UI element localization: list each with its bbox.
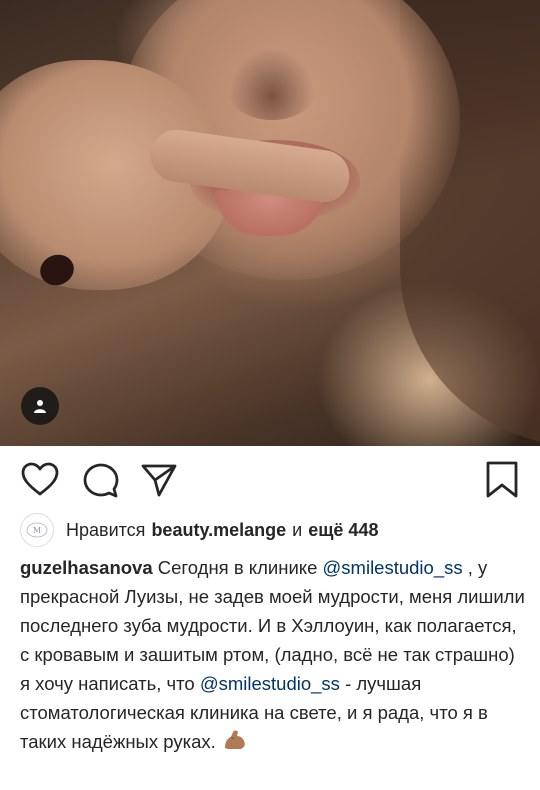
caption-username[interactable]: guzelhasanova xyxy=(20,557,153,578)
user-tag-icon xyxy=(34,400,46,413)
comment-button[interactable] xyxy=(81,460,121,500)
post-photo[interactable] xyxy=(0,0,540,446)
liker-avatar[interactable]: M xyxy=(20,513,54,547)
svg-text:M: M xyxy=(33,526,41,535)
heart-icon xyxy=(21,462,59,496)
likes-count[interactable]: ещё 448 xyxy=(308,520,378,541)
comment-icon xyxy=(83,463,119,498)
caption-mention-2[interactable]: @smilestudio_ss xyxy=(200,673,340,694)
likes-prefix: Нравится xyxy=(66,519,146,540)
bookmark-icon xyxy=(486,461,518,498)
brand-logo-icon: M xyxy=(26,522,48,538)
likes-row: M Нравится beauty.melange и ещё 448 xyxy=(20,513,378,547)
send-icon xyxy=(141,464,177,497)
user-tag-button[interactable] xyxy=(21,387,59,425)
caption-mention-1[interactable]: @smilestudio_ss xyxy=(323,557,463,578)
photo-nose xyxy=(222,40,322,120)
share-button[interactable] xyxy=(139,460,179,500)
likes-conj: и xyxy=(292,519,303,540)
flexed-biceps-emoji xyxy=(224,730,245,749)
liker-username[interactable]: beauty.melange xyxy=(151,520,286,541)
save-button[interactable] xyxy=(482,460,522,500)
like-button[interactable] xyxy=(20,460,60,500)
caption-text-1: Сегодня в клинике xyxy=(157,557,318,578)
post-caption: guzelhasanova Сегодня в клинике @smilest… xyxy=(20,553,525,756)
